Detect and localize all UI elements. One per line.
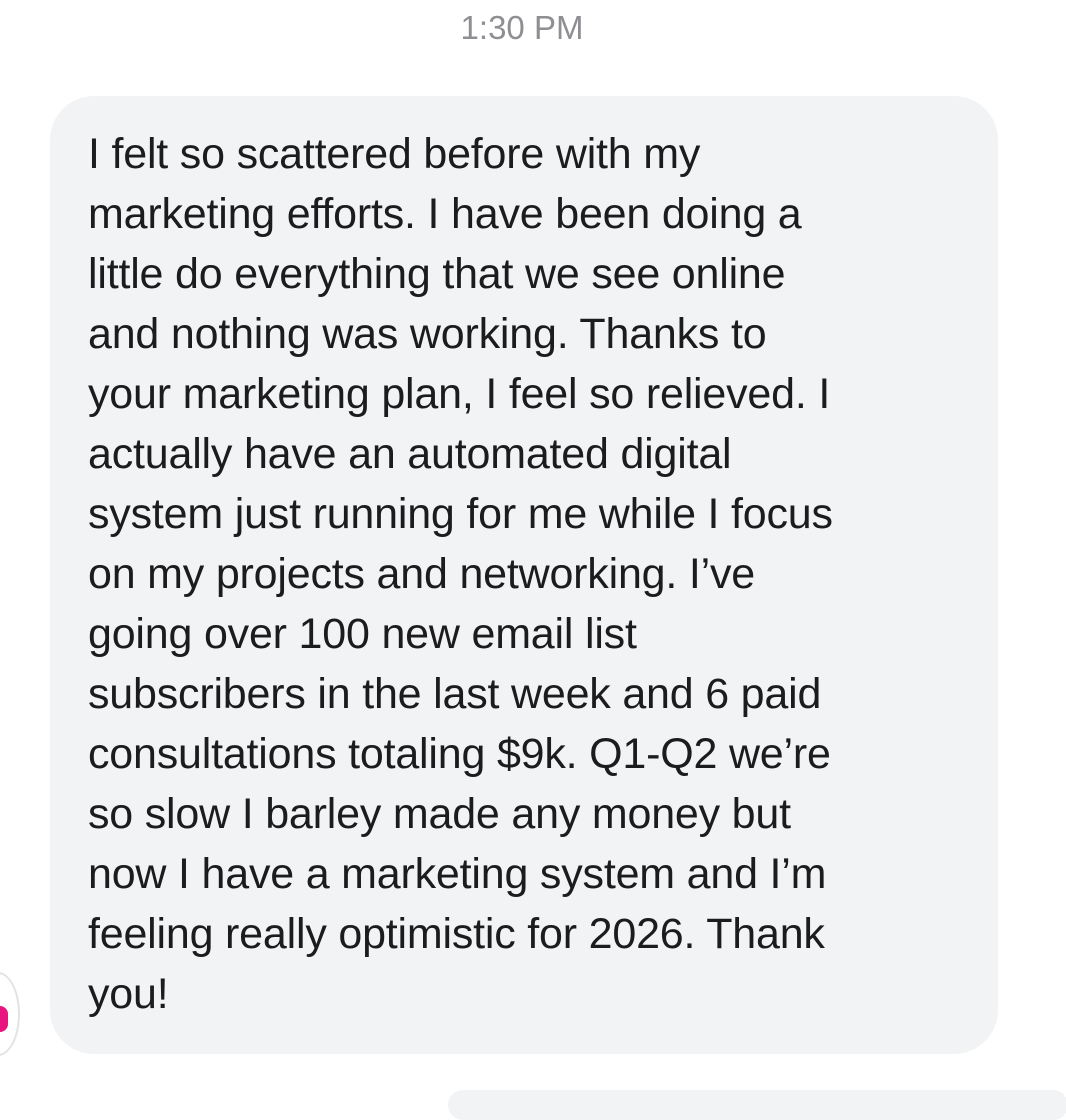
message-text-line: on my projects and networking. I’ve: [88, 550, 755, 598]
message-text-line: actually have an automated digital: [88, 430, 732, 478]
message-text-line: subscribers in the last week and 6 paid: [88, 670, 822, 718]
message-text-line: feeling really optimistic for 2026. Than…: [88, 910, 825, 958]
message-text-line: marketing efforts. I have been doing a: [88, 190, 802, 238]
next-message-bubble-edge[interactable]: [448, 1090, 1066, 1120]
message-text-line: you!: [88, 970, 169, 1018]
avatar-image: [0, 1006, 8, 1032]
message-text-line: your marketing plan, I feel so relieved.…: [88, 370, 831, 418]
received-message-bubble[interactable]: I felt so scattered before with my marke…: [50, 96, 998, 1054]
message-text-line: and nothing was working. Thanks to: [88, 310, 767, 358]
message-text-line: system just running for me while I focus: [88, 490, 833, 538]
message-text-line: consultations totaling $9k. Q1-Q2 we’re: [88, 730, 831, 778]
message-text-line: I felt so scattered before with my: [88, 130, 701, 178]
message-timestamp: 1:30 PM: [460, 9, 584, 46]
message-text-line: little do everything that we see online: [88, 250, 786, 298]
message-text-line: so slow I barley made any money but: [88, 790, 791, 838]
message-text-line: going over 100 new email list: [88, 610, 637, 658]
sender-avatar[interactable]: [0, 972, 20, 1056]
message-text-line: now I have a marketing system and I’m: [88, 850, 827, 898]
